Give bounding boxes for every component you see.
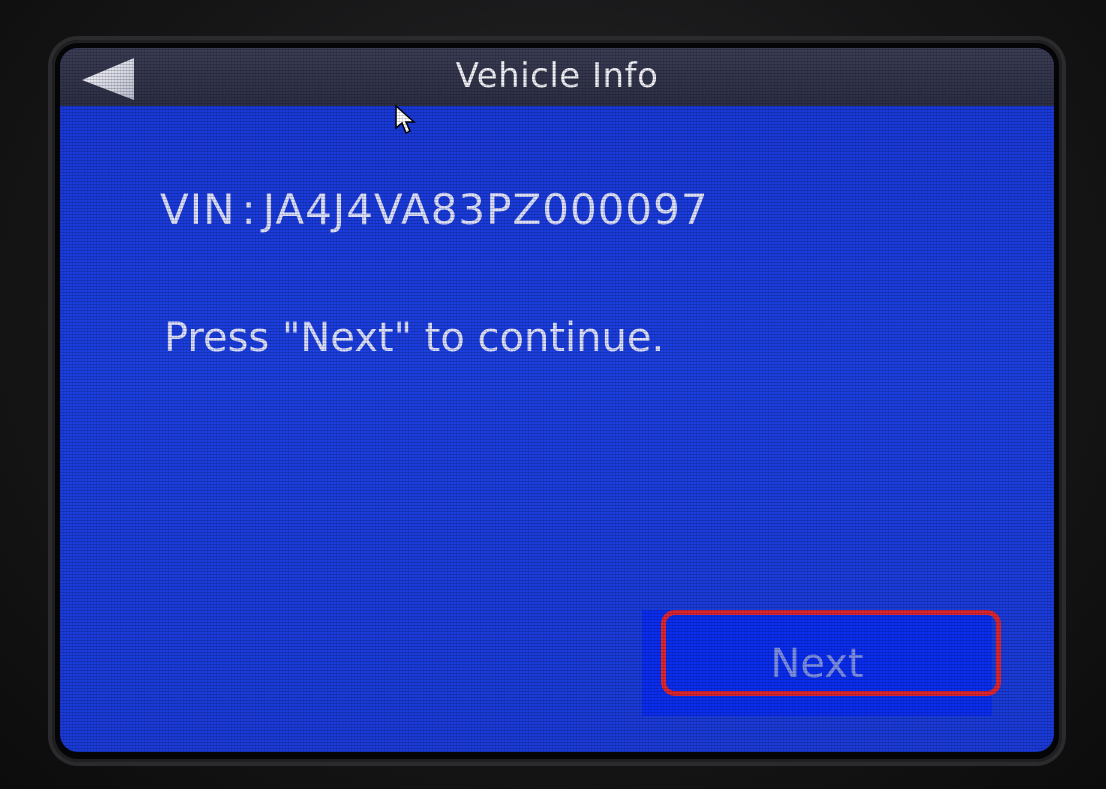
mouse-cursor-icon — [394, 104, 416, 136]
next-button[interactable]: Next — [642, 610, 992, 716]
page-title: Vehicle Info — [455, 56, 659, 96]
vin-label: VIN — [160, 185, 236, 234]
vin-line: VIN: JA4J4VA83PZ000097 — [160, 182, 709, 238]
next-button-label: Next — [770, 641, 864, 687]
title-bar: Vehicle Info — [60, 48, 1054, 106]
vin-value: JA4J4VA83PZ000097 — [262, 185, 709, 234]
instruction-text: Press "Next" to continue. — [164, 315, 665, 361]
device-screen: Vehicle Info VIN: JA4J4VA83PZ000097 Press… — [60, 48, 1054, 752]
vin-separator: : — [241, 185, 257, 234]
